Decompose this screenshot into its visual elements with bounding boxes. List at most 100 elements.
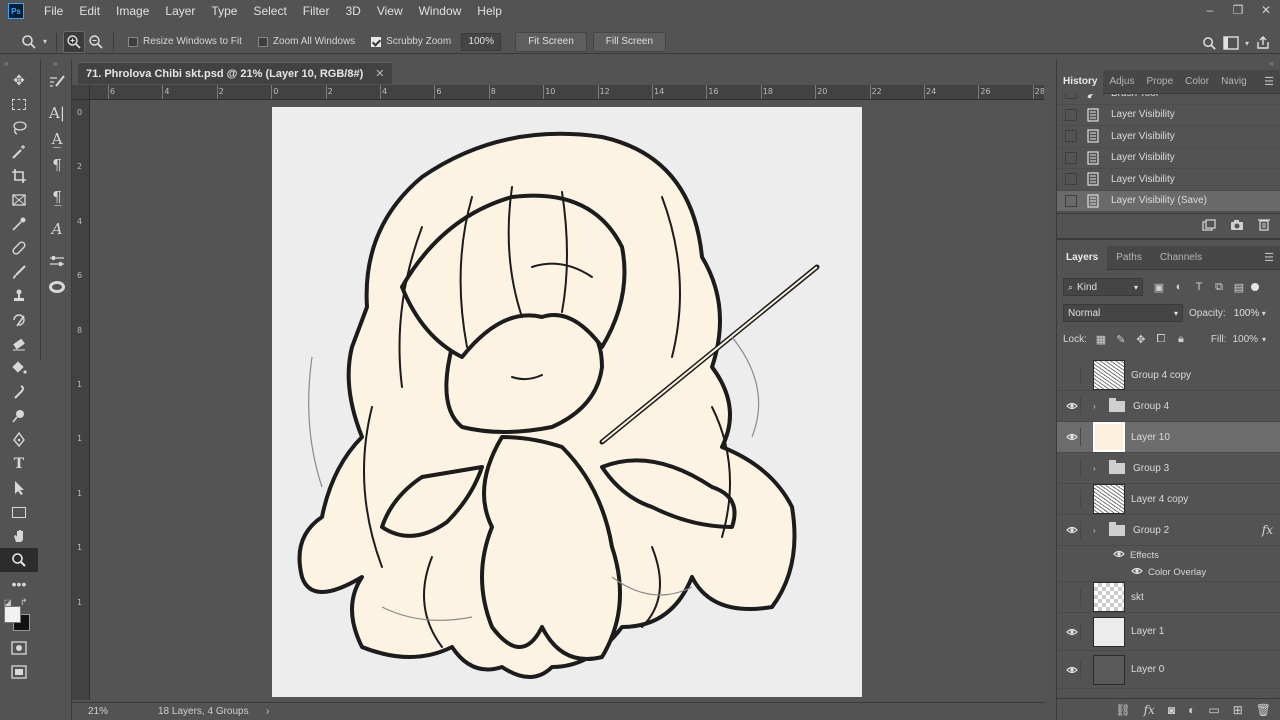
history-state[interactable]: Layer Visibility (1057, 148, 1280, 169)
chevron-down-icon[interactable]: ▾ (1262, 335, 1266, 344)
share-icon[interactable] (1252, 32, 1274, 54)
history-source-checkbox[interactable] (1065, 130, 1077, 143)
new-adjustment-layer-icon[interactable]: ◐ (1188, 703, 1195, 717)
fill-value[interactable]: 100% (1232, 334, 1258, 345)
canvas-area[interactable] (90, 100, 1044, 700)
chevron-right-icon[interactable]: › (1093, 526, 1105, 535)
zoom-out-icon[interactable] (85, 31, 107, 53)
scrubby-zoom-checkbox[interactable]: Scrubby Zoom (371, 36, 451, 47)
new-layer-icon[interactable]: ⊞ (1233, 703, 1243, 717)
pen-tool-icon[interactable] (0, 428, 38, 452)
history-state[interactable]: Layer Visibility (1057, 169, 1280, 191)
eraser-tool-icon[interactable] (0, 332, 38, 356)
history-source-checkbox[interactable] (1065, 173, 1077, 186)
tab-adjus[interactable]: Adjus (1103, 70, 1140, 94)
menu-help[interactable]: Help (469, 0, 510, 22)
history-source-checkbox[interactable] (1065, 94, 1077, 100)
character-styles-icon[interactable]: A̲ (41, 126, 73, 152)
swap-colors-icon[interactable]: ↱ (20, 597, 28, 608)
eye-icon[interactable] (1131, 567, 1143, 578)
restore-button[interactable]: ❐ (1224, 0, 1252, 20)
trash-icon[interactable] (1258, 218, 1270, 234)
chevron-down-icon[interactable]: ▾ (40, 31, 50, 53)
menu-type[interactable]: Type (203, 0, 245, 22)
zoom-percent-field[interactable]: 100% (461, 32, 502, 51)
checkbox-box[interactable] (371, 36, 382, 47)
zoom-level[interactable]: 21% (72, 706, 132, 717)
chevron-down-icon[interactable]: ▾ (1262, 309, 1266, 318)
lock-all-icon[interactable]: 🔒︎ (1171, 333, 1191, 346)
visibility-toggle[interactable] (1063, 366, 1081, 384)
checkbox-box[interactable] (257, 36, 268, 47)
layer-effects-fx-icon[interactable]: fx (1262, 523, 1273, 537)
filter-smart-object-icon[interactable]: ▤ (1229, 281, 1249, 294)
magic-wand-tool-icon[interactable] (0, 140, 38, 164)
visibility-toggle[interactable] (1063, 588, 1081, 606)
foreground-color-swatch[interactable] (4, 606, 21, 623)
search-icon[interactable] (1198, 32, 1220, 54)
close-window-button[interactable]: ✕ (1252, 0, 1280, 20)
type-tool-icon[interactable]: T (0, 452, 38, 476)
chevron-right-icon[interactable]: › (1093, 402, 1105, 411)
eye-icon[interactable] (1063, 660, 1081, 679)
menu-image[interactable]: Image (108, 0, 157, 22)
filter-pixel-icon[interactable]: ▣ (1149, 281, 1169, 294)
filter-shape-icon[interactable]: ⧉ (1209, 281, 1229, 294)
layer-row[interactable]: Layer 10 (1057, 422, 1280, 453)
chevron-down-icon[interactable]: ▾ (1242, 32, 1252, 54)
zoom-in-icon[interactable] (63, 30, 85, 53)
paragraph-styles-icon[interactable]: ¶̲ (41, 184, 73, 210)
character-panel-icon[interactable]: A| (41, 100, 73, 126)
paragraph-panel-icon[interactable]: ¶ (41, 152, 73, 178)
layer-group-row[interactable]: › Group 2 fx (1057, 515, 1280, 546)
crop-tool-icon[interactable] (0, 164, 38, 188)
clone-stamp-tool-icon[interactable] (0, 284, 38, 308)
lock-artboard-icon[interactable]: ⧠ (1151, 333, 1171, 346)
rectangle-tool-icon[interactable] (0, 500, 38, 524)
collapse-toolbar-icon[interactable]: » (0, 60, 38, 68)
history-brush-tool-icon[interactable] (0, 308, 38, 332)
screen-mode-icon[interactable] (0, 660, 38, 684)
brush-settings-icon[interactable] (41, 68, 73, 94)
layer-group-row[interactable]: › Group 4 (1057, 391, 1280, 422)
tab-navig[interactable]: Navig (1215, 70, 1253, 94)
smudge-tool-icon[interactable] (0, 380, 38, 404)
camera-snapshot-icon[interactable] (1230, 219, 1244, 234)
path-selection-tool-icon[interactable] (0, 476, 38, 500)
chevron-right-icon[interactable]: › (1093, 464, 1105, 473)
menu-3d[interactable]: 3D (337, 0, 368, 22)
lock-transparent-icon[interactable]: ▦ (1091, 333, 1111, 346)
brush-tool-icon[interactable] (0, 260, 38, 284)
fit-screen-button[interactable]: Fit Screen (515, 31, 587, 52)
layer-row[interactable]: Group 4 copy (1057, 360, 1280, 391)
frame-tool-icon[interactable] (0, 188, 38, 212)
tab-prope[interactable]: Prope (1140, 70, 1179, 94)
lock-image-icon[interactable]: ✎ (1111, 333, 1131, 346)
zoom-tool-icon[interactable] (0, 548, 38, 572)
tab-color[interactable]: Color (1179, 70, 1215, 94)
tab-history[interactable]: History (1057, 69, 1104, 94)
menu-layer[interactable]: Layer (157, 0, 203, 22)
effects-row[interactable]: Effects (1057, 546, 1280, 564)
document-tab[interactable]: 71. Phrolova Chibi skt.psd @ 21% (Layer … (78, 62, 393, 84)
filter-adjustment-icon[interactable]: ◐ (1169, 281, 1189, 293)
opacity-field[interactable]: 100% (1230, 304, 1260, 322)
eye-icon[interactable] (1113, 550, 1125, 561)
layer-row[interactable]: Layer 1 (1057, 613, 1280, 651)
menu-window[interactable]: Window (411, 0, 470, 22)
blend-mode-dropdown[interactable]: Normal ▾ (1063, 304, 1183, 322)
eye-icon[interactable] (1063, 397, 1081, 415)
eyedropper-tool-icon[interactable] (0, 212, 38, 236)
history-state[interactable]: Layer Visibility (1057, 105, 1280, 126)
lock-position-icon[interactable]: ✥ (1131, 333, 1151, 346)
libraries-icon[interactable] (41, 274, 73, 300)
menu-file[interactable]: File (36, 0, 71, 22)
history-state[interactable]: Brush Tool (1057, 94, 1280, 105)
layer-row[interactable]: Layer 4 copy (1057, 484, 1280, 515)
healing-brush-tool-icon[interactable] (0, 236, 38, 260)
menu-edit[interactable]: Edit (71, 0, 108, 22)
visibility-toggle[interactable] (1063, 490, 1081, 508)
history-state[interactable]: Layer Visibility (Save) (1057, 190, 1280, 212)
move-tool-icon[interactable]: ✥ (0, 68, 38, 92)
status-menu-arrow[interactable]: › (266, 706, 269, 717)
